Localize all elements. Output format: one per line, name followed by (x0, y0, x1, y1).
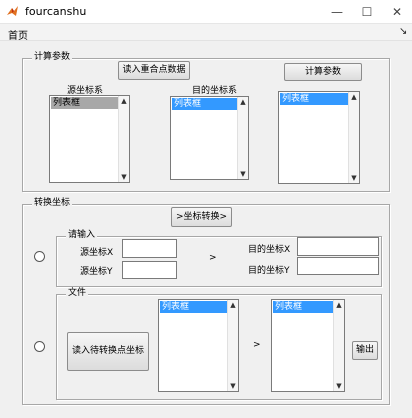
output-button[interactable]: 输出 (352, 341, 378, 360)
source-y-label: 源坐标Y (80, 267, 113, 277)
source-system-listbox[interactable]: 列表框 ▲ ▼ (49, 95, 130, 183)
source-x-label: 源坐标X (80, 248, 114, 258)
menu-item-home[interactable]: 首页 (8, 27, 28, 42)
read-coincident-points-button[interactable]: 读入重合点数据 (118, 61, 190, 80)
scrollbar[interactable]: ▲ ▼ (237, 97, 248, 179)
target-y-label: 目的坐标Y (248, 266, 290, 276)
minimize-icon[interactable]: — (322, 0, 352, 24)
file-input-radio[interactable] (34, 341, 45, 352)
scrollbar[interactable]: ▲ ▼ (227, 300, 238, 391)
read-points-to-convert-button[interactable]: 读入待转换点坐标 (67, 332, 149, 371)
list-item[interactable]: 列表框 (280, 93, 348, 105)
scroll-up-icon[interactable]: ▲ (349, 92, 359, 102)
window-title: fourcanshu (25, 5, 87, 18)
list-item[interactable]: 列表框 (160, 301, 227, 313)
title-bar: fourcanshu — ☐ ✕ (0, 0, 412, 24)
scroll-down-icon[interactable]: ▼ (349, 173, 359, 183)
scroll-up-icon[interactable]: ▲ (334, 300, 344, 310)
scrollbar[interactable]: ▲ ▼ (333, 300, 344, 391)
menu-bar: 首页 ↘ (0, 24, 412, 42)
scrollbar[interactable]: ▲ ▼ (348, 92, 359, 183)
calc-params-legend: 计算参数 (32, 52, 73, 63)
target-system-label: 目的坐标系 (192, 86, 238, 96)
list-item[interactable]: 列表框 (172, 98, 237, 110)
target-x-field[interactable] (297, 237, 379, 256)
scroll-down-icon[interactable]: ▼ (228, 381, 238, 391)
source-x-field[interactable] (122, 239, 177, 258)
scrollbar[interactable]: ▲ ▼ (118, 96, 129, 182)
input-arrow: > (209, 253, 217, 263)
convert-coords-button[interactable]: >坐标转换> (171, 207, 232, 227)
scroll-up-icon[interactable]: ▲ (228, 300, 238, 310)
scroll-up-icon[interactable]: ▲ (119, 96, 129, 106)
scroll-down-icon[interactable]: ▼ (238, 169, 248, 179)
maximize-icon[interactable]: ☐ (352, 0, 382, 24)
source-y-field[interactable] (122, 261, 177, 279)
target-system-listbox[interactable]: 列表框 ▲ ▼ (170, 96, 249, 180)
list-item[interactable]: 列表框 (273, 301, 333, 313)
file-arrow: > (253, 340, 261, 350)
scroll-up-icon[interactable]: ▲ (238, 97, 248, 107)
close-icon[interactable]: ✕ (382, 0, 412, 24)
calc-params-button[interactable]: 计算参数 (284, 63, 362, 81)
manual-input-radio[interactable] (34, 251, 45, 262)
dock-arrow-icon[interactable]: ↘ (399, 26, 407, 37)
convert-coords-legend: 转换坐标 (32, 198, 73, 209)
params-listbox[interactable]: 列表框 ▲ ▼ (278, 91, 360, 184)
scroll-down-icon[interactable]: ▼ (119, 172, 129, 182)
scroll-down-icon[interactable]: ▼ (334, 381, 344, 391)
target-x-label: 目的坐标X (248, 245, 291, 255)
target-y-field[interactable] (297, 257, 379, 275)
manual-input-legend: 请输入 (66, 230, 98, 241)
matlab-app-icon (6, 5, 19, 18)
list-item[interactable]: 列表框 (51, 97, 118, 109)
input-points-listbox[interactable]: 列表框 ▲ ▼ (158, 299, 239, 392)
output-points-listbox[interactable]: 列表框 ▲ ▼ (271, 299, 345, 392)
file-group-legend: 文件 (66, 288, 89, 299)
